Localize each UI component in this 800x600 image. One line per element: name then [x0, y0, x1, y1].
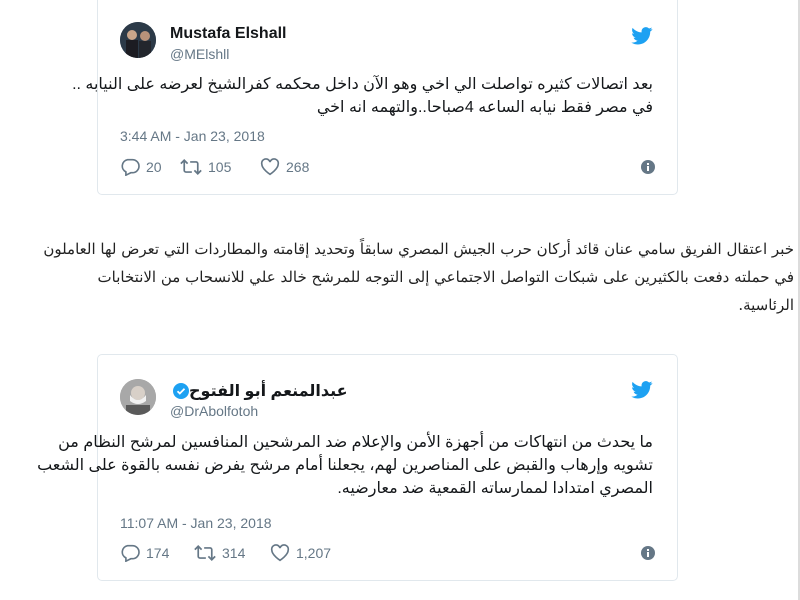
- avatar[interactable]: [120, 379, 156, 415]
- like-icon: [260, 158, 280, 176]
- retweet-count: 105: [208, 159, 232, 175]
- tweet-text-line: ما يحدث من انتهاكات من أجهزة الأمن والإع…: [58, 434, 653, 451]
- tweet-actions: 20 105 268: [120, 158, 655, 180]
- tweet-text: بعد اتصالات كثيره تواصلت الي اخي وهو الآ…: [72, 73, 653, 119]
- twitter-bird-icon[interactable]: [631, 381, 653, 399]
- tweet-timestamp[interactable]: 11:07 AM - Jan 23, 2018: [120, 515, 272, 531]
- display-name[interactable]: عبدالمنعم أبو الفتوح: [170, 381, 348, 404]
- like-button[interactable]: 268: [260, 158, 309, 176]
- avatar[interactable]: [120, 22, 156, 58]
- twitter-bird-icon[interactable]: [631, 27, 653, 45]
- embedded-tweet-2[interactable]: عبدالمنعم أبو الفتوح @DrAbolfotoh ما يحد…: [37, 354, 678, 581]
- display-name[interactable]: Mustafa Elshall: [170, 25, 286, 43]
- article-line: خبر اعتقال الفريق سامي عنان قائد أركان ح…: [43, 240, 794, 258]
- like-count: 1,207: [296, 545, 332, 561]
- retweet-button[interactable]: 314: [194, 544, 245, 562]
- tweet-text-line: المصري امتدادا لممارساته القمعية ضد معار…: [337, 480, 653, 497]
- retweet-icon: [194, 544, 216, 562]
- tweet-timestamp[interactable]: 3:44 AM - Jan 23, 2018: [120, 128, 265, 144]
- article-line: الرئاسية.: [738, 296, 794, 314]
- reply-icon: [120, 544, 140, 562]
- tweet-text-line: تشويه وإرهاب والقبض على المناصرين لهم، ي…: [37, 457, 653, 474]
- info-icon[interactable]: [641, 160, 655, 179]
- info-icon[interactable]: [641, 546, 655, 565]
- like-button[interactable]: 1,207: [270, 544, 331, 562]
- tweet-text: ما يحدث من انتهاكات من أجهزة الأمن والإع…: [37, 431, 653, 500]
- reply-count: 20: [146, 159, 162, 175]
- display-name-text: عبدالمنعم أبو الفتوح: [189, 383, 348, 400]
- like-count: 268: [286, 159, 310, 175]
- user-handle[interactable]: @MElshll: [170, 46, 229, 62]
- retweet-count: 314: [222, 545, 246, 561]
- like-icon: [270, 544, 290, 562]
- verified-badge-icon: [173, 383, 189, 404]
- retweet-button[interactable]: 105: [180, 158, 231, 176]
- tweet-text-line: في مصر فقط نيابه الساعه 4صباحا..والتهمه …: [316, 99, 653, 116]
- tweet-text-line: بعد اتصالات كثيره تواصلت الي اخي وهو الآ…: [72, 76, 653, 93]
- article-paragraph: خبر اعتقال الفريق سامي عنان قائد أركان ح…: [0, 235, 794, 319]
- reply-count: 174: [146, 545, 170, 561]
- reply-button[interactable]: 174: [120, 544, 169, 562]
- retweet-icon: [180, 158, 202, 176]
- reply-icon: [120, 158, 140, 176]
- tweet-actions: 174 314 1,207: [120, 544, 655, 566]
- article-line: في حملته دفعت بالكثيرين على شبكات التواص…: [97, 268, 794, 286]
- embedded-tweet-1[interactable]: Mustafa Elshall @MElshll بعد اتصالات كثي…: [72, 0, 678, 195]
- reply-button[interactable]: 20: [120, 158, 162, 176]
- user-handle[interactable]: @DrAbolfotoh: [170, 403, 258, 419]
